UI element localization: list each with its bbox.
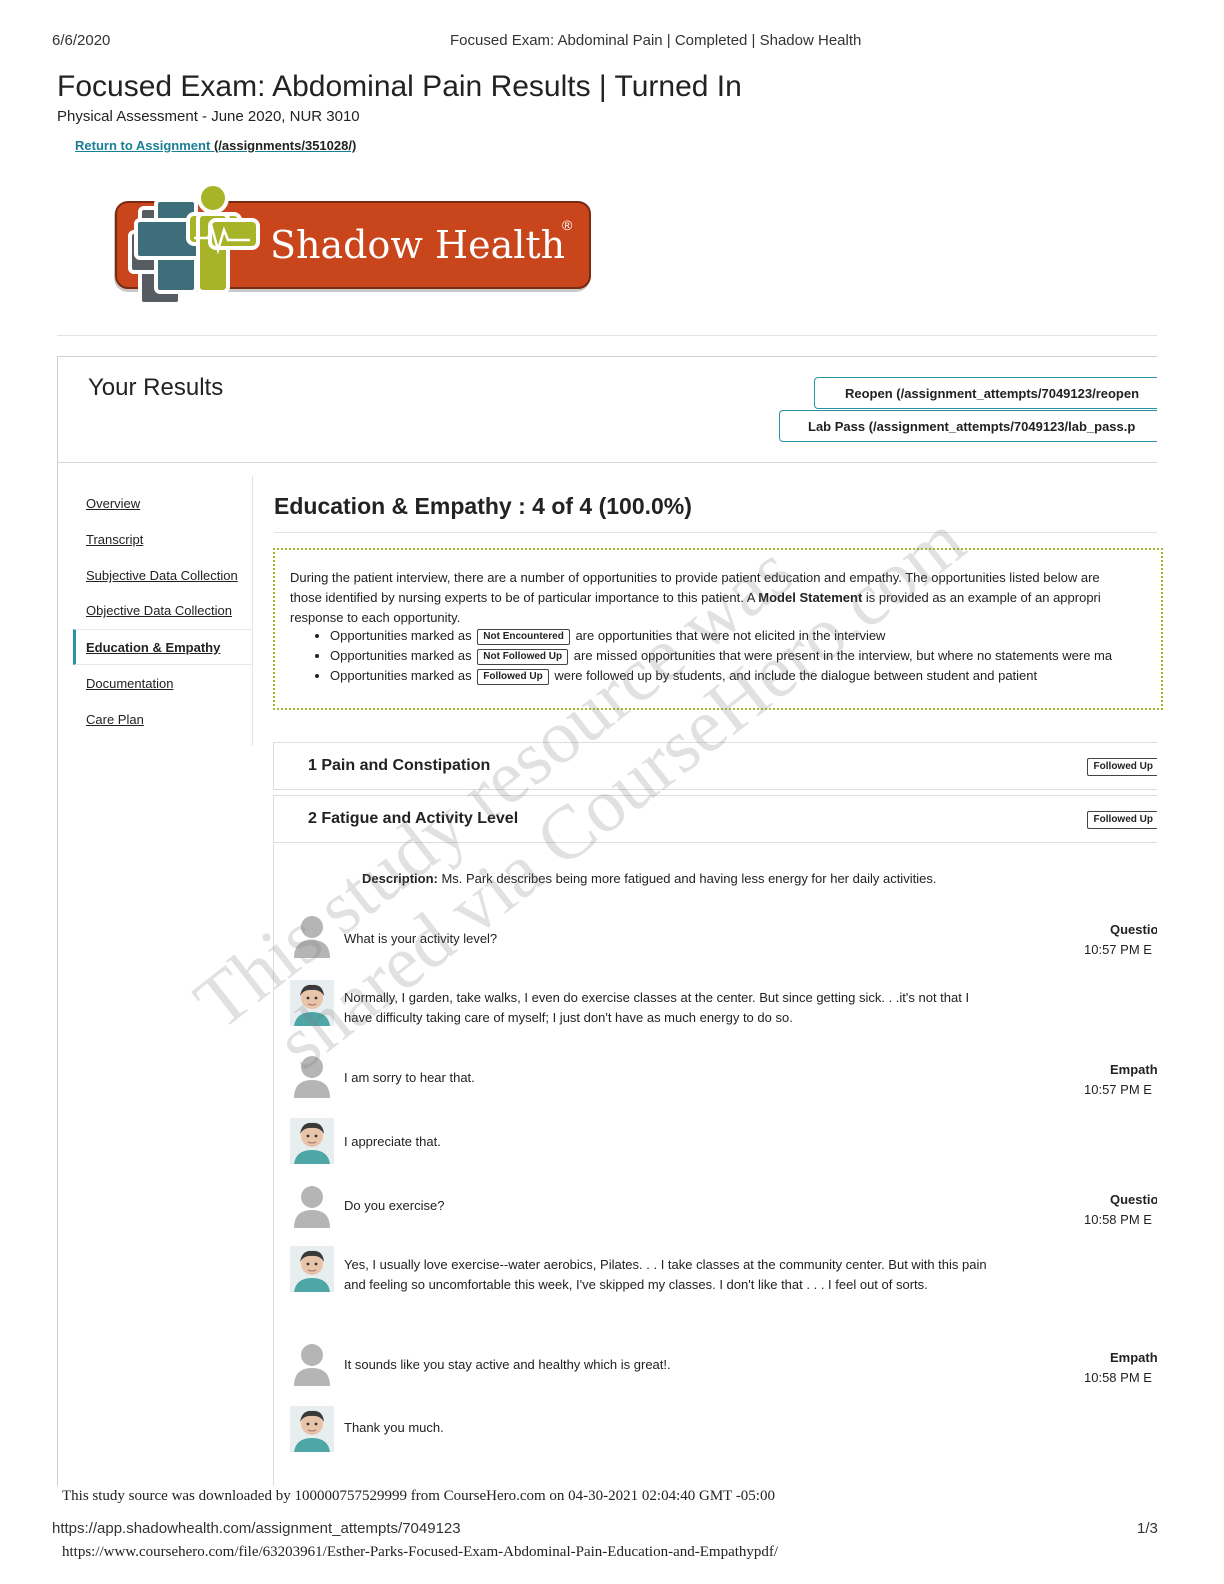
return-link-path: (/assignments/351028/) [213, 138, 357, 153]
followed-up-tag: Followed Up [477, 669, 549, 685]
sidebar-item-objective-data[interactable]: Objective Data Collection [86, 603, 232, 618]
reopen-button[interactable]: Reopen (/assignment_attempts/7049123/reo… [814, 377, 1157, 409]
opportunity-label: 1 Pain and Constipation [308, 757, 491, 774]
patient-avatar [290, 1406, 334, 1452]
page-title: Focused Exam: Abdominal Pain Results | T… [57, 70, 742, 103]
sidebar-item-care-plan[interactable]: Care Plan [86, 712, 144, 727]
student-message: I am sorry to hear that. [344, 1070, 475, 1085]
student-avatar [290, 1340, 334, 1386]
return-to-assignment-link[interactable]: Return to Assignment (/assignments/35102… [75, 138, 356, 153]
status-badge: Followed Up [1086, 811, 1157, 829]
section-title-rule [274, 532, 1157, 533]
opportunity-label: 2 Fatigue and Activity Level [308, 810, 519, 827]
status-badge: Followed Up [1086, 758, 1157, 776]
message-meta: Empathiz 10:58 PM E [1060, 1348, 1157, 1388]
student-message: Do you exercise? [344, 1198, 445, 1213]
download-source-note: This study source was downloaded by 1000… [62, 1488, 775, 1504]
return-link-label: Return to Assignment [75, 138, 211, 153]
message-type: Empathiz [1110, 1062, 1157, 1077]
patient-message: Thank you much. [344, 1420, 444, 1435]
message-meta: Empathiz 10:57 PM E [1060, 1060, 1157, 1100]
results-sidebar: Overview Transcript Subjective Data Coll… [73, 476, 253, 746]
legend-item: Opportunities marked as Not Followed Up … [330, 646, 1112, 666]
student-message: What is your activity level? [344, 931, 498, 946]
opportunity-fatigue-activity[interactable]: 2 Fatigue and Activity Level Followed Up [273, 795, 1157, 843]
course-subtitle: Physical Assessment - June 2020, NUR 301… [57, 108, 360, 125]
not-encountered-tag: Not Encountered [477, 629, 570, 645]
message-type: Questio [1110, 922, 1157, 937]
your-results-heading: Your Results [88, 374, 224, 401]
print-url: https://app.shadowhealth.com/assignment_… [52, 1520, 461, 1537]
message-meta: Questio 10:57 PM E [1060, 920, 1157, 960]
logo-wordmark: Shadow Health [270, 223, 565, 267]
message-timestamp: 10:58 PM E [1084, 1212, 1152, 1227]
patient-avatar [290, 1118, 334, 1164]
opportunity-pain-constipation[interactable]: 1 Pain and Constipation Followed Up [273, 742, 1157, 790]
legend-item: Opportunities marked as Not Encountered … [330, 626, 1112, 646]
shadow-health-logo: Shadow Health ® [114, 182, 591, 306]
svg-text:®: ® [562, 217, 573, 233]
model-statement-term: Model Statement [758, 590, 863, 605]
sidebar-item-overview[interactable]: Overview [86, 496, 140, 511]
student-avatar [290, 1182, 334, 1228]
sidebar-item-education-empathy[interactable]: Education & Empathy [73, 629, 253, 665]
message-type: Questio [1110, 1192, 1157, 1207]
patient-message: Normally, I garden, take walks, I even d… [344, 990, 970, 1025]
sidebar-item-label: Education & Empathy [86, 640, 221, 655]
panel-divider [58, 462, 1157, 463]
legend-list: Opportunities marked as Not Encountered … [315, 626, 1112, 686]
not-followed-up-tag: Not Followed Up [477, 649, 569, 665]
sidebar-item-subjective-data[interactable]: Subjective Data Collection [86, 568, 238, 583]
instructions-text: During the patient interview, there are … [290, 568, 1161, 628]
lab-pass-button[interactable]: Lab Pass (/assignment_attempts/7049123/l… [779, 410, 1157, 442]
message-meta: Questio 10:58 PM E [1060, 1190, 1157, 1230]
section-title: Education & Empathy : 4 of 4 (100.0%) [274, 493, 692, 519]
message-timestamp: 10:58 PM E [1084, 1370, 1152, 1385]
instructions-line-2: those identified by nursing experts to b… [290, 590, 1101, 605]
print-date: 6/6/2020 [52, 32, 111, 49]
print-page-title: Focused Exam: Abdominal Pain | Completed… [450, 32, 862, 49]
student-avatar [290, 1052, 334, 1098]
student-message: It sounds like you stay active and healt… [344, 1357, 671, 1372]
header-divider [57, 335, 1157, 336]
sidebar-item-transcript[interactable]: Transcript [86, 532, 143, 547]
instructions-box: During the patient interview, there are … [273, 548, 1163, 710]
patient-avatar [290, 980, 334, 1026]
patient-message: Yes, I usually love exercise--water aero… [344, 1257, 987, 1292]
message-timestamp: 10:57 PM E [1084, 942, 1152, 957]
sidebar-item-documentation[interactable]: Documentation [86, 676, 173, 691]
opportunity-description: Description: Ms. Park describes being mo… [362, 871, 937, 886]
print-page-number: 1/3 [1137, 1520, 1158, 1537]
message-timestamp: 10:57 PM E [1084, 1082, 1152, 1097]
coursehero-file-url: https://www.coursehero.com/file/63203961… [62, 1544, 779, 1560]
instructions-line-3: response to each opportunity. [290, 610, 461, 625]
student-avatar [290, 912, 334, 958]
instructions-line-1: During the patient interview, there are … [290, 570, 1100, 585]
legend-item: Opportunities marked as Followed Up were… [330, 666, 1112, 686]
message-type: Empathiz [1110, 1350, 1157, 1365]
patient-message: I appreciate that. [344, 1134, 441, 1149]
patient-avatar [290, 1246, 334, 1292]
